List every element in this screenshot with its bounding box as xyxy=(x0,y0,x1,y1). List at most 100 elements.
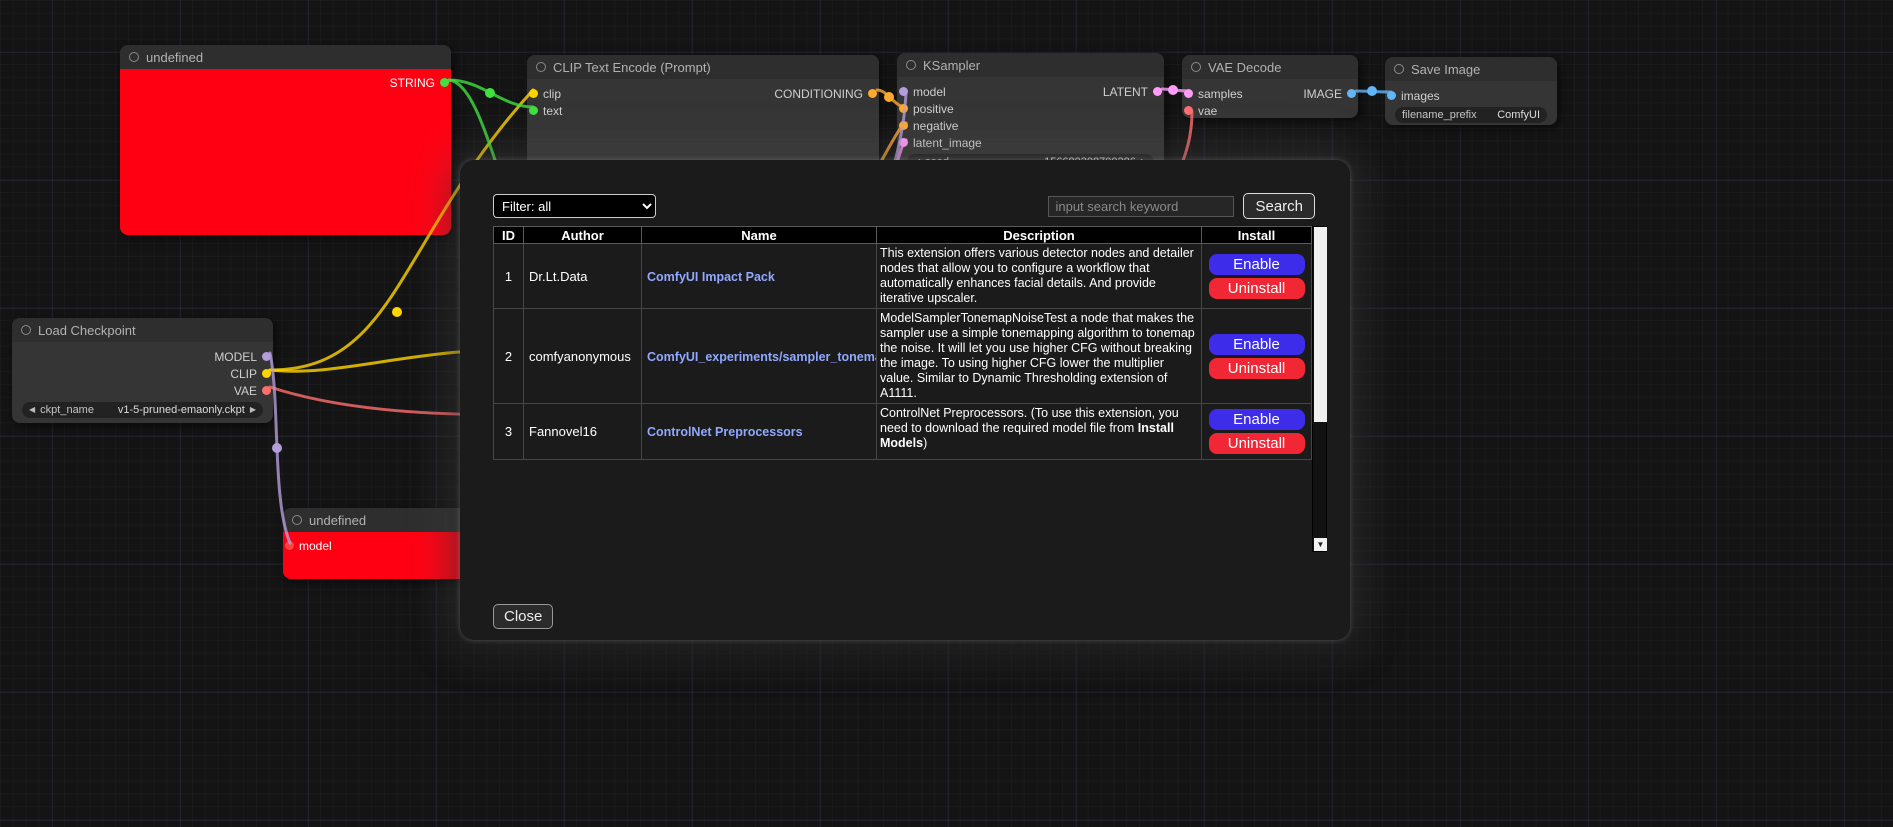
close-button[interactable]: Close xyxy=(493,604,553,629)
dialog-toolbar: Filter: all Search xyxy=(493,193,1315,219)
string-output-port[interactable] xyxy=(440,78,449,87)
scrollbar-thumb[interactable] xyxy=(1314,227,1327,422)
cell-install: Enable Uninstall xyxy=(1202,404,1312,460)
search-button[interactable]: Search xyxy=(1243,193,1315,219)
model-output-port[interactable] xyxy=(262,352,271,361)
input-label: negative xyxy=(913,119,958,133)
model-input-port[interactable] xyxy=(899,87,908,96)
input-label: samples xyxy=(1198,87,1243,101)
custom-nodes-installer-dialog: Filter: all Search ID Author Name Descri… xyxy=(460,160,1350,640)
link-dot xyxy=(272,443,282,453)
node-title-bar[interactable]: CLIP Text Encode (Prompt) xyxy=(527,55,879,79)
prev-option-arrow-icon[interactable] xyxy=(29,402,35,418)
ckpt-name-widget[interactable]: ckpt_name v1-5-pruned-emaonly.ckpt xyxy=(22,402,263,418)
latent-output-port[interactable] xyxy=(1153,87,1162,96)
latent-image-input-port[interactable] xyxy=(899,138,908,147)
header-description: Description xyxy=(877,227,1202,244)
table-scrollbar[interactable] xyxy=(1312,226,1327,552)
enable-button[interactable]: Enable xyxy=(1209,409,1305,430)
collapse-dot-icon[interactable] xyxy=(536,62,546,72)
table-row: 1 Dr.Lt.Data ComfyUI Impact Pack This ex… xyxy=(494,244,1312,309)
node-save-image[interactable]: Save Image images filename_prefix ComfyU… xyxy=(1385,57,1557,125)
extensions-table: ID Author Name Description Install 1 Dr.… xyxy=(493,226,1312,460)
input-label: text xyxy=(543,104,562,118)
vae-input-port[interactable] xyxy=(1184,106,1193,115)
output-label: VAE xyxy=(234,384,257,398)
widget-label: filename_prefix xyxy=(1402,109,1477,121)
node-title: KSampler xyxy=(923,58,980,73)
extension-link[interactable]: ControlNet Preprocessors xyxy=(647,425,803,439)
collapse-dot-icon[interactable] xyxy=(292,515,302,525)
image-output-port[interactable] xyxy=(1347,89,1356,98)
output-label: MODEL xyxy=(214,350,257,364)
link-dot xyxy=(1168,85,1178,95)
uninstall-button[interactable]: Uninstall xyxy=(1209,278,1305,299)
enable-button[interactable]: Enable xyxy=(1209,254,1305,275)
output-label: STRING xyxy=(390,76,435,90)
header-name: Name xyxy=(642,227,877,244)
wire-string-to-text xyxy=(449,80,533,107)
cell-author: comfyanonymous xyxy=(524,309,642,404)
clip-input-port[interactable] xyxy=(529,89,538,98)
node-vae-decode[interactable]: VAE Decode samples IMAGE vae xyxy=(1182,55,1358,118)
enable-button[interactable]: Enable xyxy=(1209,334,1305,355)
cell-id: 1 xyxy=(494,244,524,309)
output-label: IMAGE xyxy=(1303,87,1342,101)
scrollbar-down-arrow-icon[interactable] xyxy=(1314,538,1327,551)
negative-input-port[interactable] xyxy=(899,121,908,130)
model-input-port[interactable] xyxy=(285,541,294,550)
header-install: Install xyxy=(1202,227,1312,244)
collapse-dot-icon[interactable] xyxy=(21,325,31,335)
conditioning-output-port[interactable] xyxy=(868,89,877,98)
collapse-dot-icon[interactable] xyxy=(1394,64,1404,74)
cell-install: Enable Uninstall xyxy=(1202,244,1312,309)
search-area: Search xyxy=(1048,193,1315,219)
widget-value: ComfyUI xyxy=(1497,109,1540,121)
input-label: images xyxy=(1401,89,1440,103)
node-undefined-top[interactable]: undefined STRING xyxy=(120,45,451,235)
node-title: Load Checkpoint xyxy=(38,323,136,338)
text-input-port[interactable] xyxy=(529,106,538,115)
cell-id: 3 xyxy=(494,404,524,460)
filename-prefix-widget[interactable]: filename_prefix ComfyUI xyxy=(1395,107,1547,123)
next-option-arrow-icon[interactable] xyxy=(250,402,256,418)
node-title: Save Image xyxy=(1411,62,1480,77)
collapse-dot-icon[interactable] xyxy=(129,52,139,62)
extension-link[interactable]: ComfyUI_experiments/sampler_tonemap xyxy=(647,350,877,364)
images-input-port[interactable] xyxy=(1387,91,1396,100)
node-title-bar[interactable]: Load Checkpoint xyxy=(12,318,273,342)
node-title-bar[interactable]: VAE Decode xyxy=(1182,55,1358,79)
table-row: 3 Fannovel16 ControlNet Preprocessors Co… xyxy=(494,404,1312,460)
output-label: CONDITIONING xyxy=(774,87,863,101)
link-dot xyxy=(485,88,495,98)
collapse-dot-icon[interactable] xyxy=(1191,62,1201,72)
node-title-bar[interactable]: undefined xyxy=(120,45,451,69)
filter-select[interactable]: Filter: all xyxy=(493,194,656,218)
search-input[interactable] xyxy=(1048,196,1234,217)
clip-output-port[interactable] xyxy=(262,369,271,378)
positive-input-port[interactable] xyxy=(899,104,908,113)
node-title-bar[interactable]: Save Image xyxy=(1385,57,1557,81)
node-load-checkpoint[interactable]: Load Checkpoint MODEL CLIP VAE ckpt_name… xyxy=(12,318,273,423)
extension-link[interactable]: ComfyUI Impact Pack xyxy=(647,270,775,284)
output-label: CLIP xyxy=(230,367,257,381)
uninstall-button[interactable]: Uninstall xyxy=(1209,358,1305,379)
node-title: VAE Decode xyxy=(1208,60,1281,75)
node-title: undefined xyxy=(309,513,366,528)
table-row: 2 comfyanonymous ComfyUI_experiments/sam… xyxy=(494,309,1312,404)
collapse-dot-icon[interactable] xyxy=(906,60,916,70)
uninstall-button[interactable]: Uninstall xyxy=(1209,433,1305,454)
link-dot xyxy=(392,307,402,317)
header-id: ID xyxy=(494,227,524,244)
link-dot xyxy=(1367,86,1377,96)
input-label: positive xyxy=(913,102,954,116)
input-label: model xyxy=(913,85,946,99)
input-label: model xyxy=(299,539,332,553)
header-author: Author xyxy=(524,227,642,244)
cell-description: ModelSamplerTonemapNoiseTest a node that… xyxy=(877,309,1202,404)
samples-input-port[interactable] xyxy=(1184,89,1193,98)
node-title-bar[interactable]: KSampler xyxy=(897,53,1164,77)
input-label: clip xyxy=(543,87,561,101)
widget-label: ckpt_name xyxy=(40,404,94,416)
vae-output-port[interactable] xyxy=(262,386,271,395)
